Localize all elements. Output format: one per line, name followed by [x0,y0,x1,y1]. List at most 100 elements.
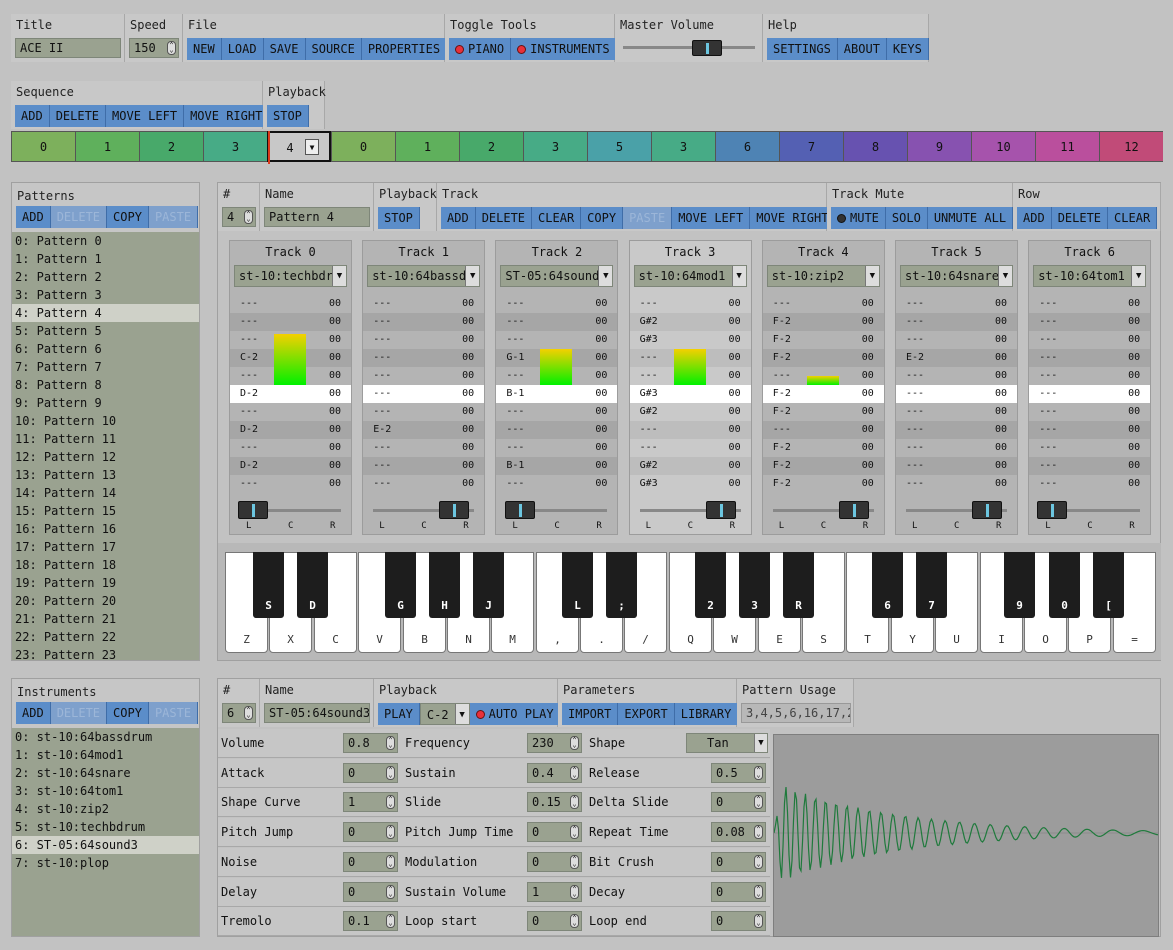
spinner-icon[interactable] [570,765,579,780]
spinner-icon[interactable] [244,706,253,720]
instrument-select[interactable]: st-10:64snare ▼ [900,265,1013,287]
track-paste-button[interactable]: PASTE [623,207,673,229]
pan-knob[interactable] [238,501,269,519]
track-row[interactable]: --- 00 [896,421,1017,439]
track-row[interactable]: --- 00 [363,439,484,457]
inst-name-input[interactable]: ST-05:64sound3 [264,703,370,723]
pattern-list-item[interactable]: 7: Pattern 7 [12,358,199,376]
pan-slider[interactable] [234,501,347,519]
track-move-left-button[interactable]: MOVE LEFT [672,207,751,229]
pan-slider[interactable] [767,501,880,519]
track-row[interactable]: --- 00 [496,439,617,457]
track-row[interactable]: --- 00 [763,295,884,313]
track-row[interactable]: --- 00 [496,313,618,331]
spinner-icon[interactable] [244,210,253,224]
spinner-icon[interactable] [386,884,395,899]
patterns-copy-button[interactable]: COPY [107,206,149,228]
help-keys-button[interactable]: KEYS [886,38,929,60]
piano-black-key[interactable]: [ [1093,552,1124,618]
piano-black-key[interactable]: R [783,552,814,618]
track-row[interactable]: D-2 00 [230,421,351,439]
pan-knob[interactable] [839,501,870,519]
track-row[interactable]: --- 00 [230,295,351,313]
track-row[interactable]: --- 00 [1029,403,1150,421]
spinner-icon[interactable] [754,795,763,810]
param-input[interactable]: 0.4 [527,762,582,783]
track-row[interactable]: E-2 00 [896,349,1017,367]
track-row[interactable]: F-2 00 [762,313,884,331]
instrument-select[interactable]: st-10:zip2 ▼ [766,265,880,287]
track-row[interactable]: --- 00 [496,475,617,493]
params-export-button[interactable]: EXPORT [618,703,675,725]
instruments-paste-button[interactable]: PASTE [148,702,199,724]
track-row[interactable]: --- 00 [496,331,617,349]
piano-black-key[interactable]: L [562,552,593,618]
spinner-icon[interactable] [570,914,579,929]
pan-knob[interactable] [504,501,535,519]
pattern-list-item[interactable]: 9: Pattern 9 [12,394,199,412]
track-row[interactable]: --- 00 [496,421,618,439]
track-solo-button[interactable]: SOLO [885,207,928,229]
pan-slider[interactable] [1033,501,1146,519]
track-row[interactable]: F-2 00 [762,385,884,403]
pattern-list-item[interactable]: 16: Pattern 16 [12,520,199,538]
instrument-list-item[interactable]: 4: st-10:zip2 [12,800,199,818]
param-input[interactable]: 0 [711,881,766,902]
spinner-icon[interactable] [386,854,395,869]
auto-play-toggle[interactable]: AUTO PLAY [469,703,561,725]
param-input[interactable]: 0 [527,851,582,872]
instrument-select[interactable]: st-10:64mod1 ▼ [633,265,747,287]
track-row[interactable]: --- 00 [363,349,485,367]
spinner-icon[interactable] [754,884,763,899]
piano-black-key[interactable]: J [473,552,504,618]
track-row[interactable]: --- 00 [496,403,617,421]
track-row[interactable]: B-1 00 [496,457,618,475]
sequence-cell[interactable]: 5 [587,131,651,162]
pattern-list-item[interactable]: 2: Pattern 2 [12,268,199,286]
param-input[interactable]: 0 [343,851,398,872]
params-library-button[interactable]: LIBRARY [674,703,739,725]
track-row[interactable]: G#3 00 [630,331,751,349]
spinner-icon[interactable] [754,914,763,929]
spinner-icon[interactable] [570,854,579,869]
sequence-cell[interactable]: 12 [1099,131,1163,162]
pattern-list-item[interactable]: 22: Pattern 22 [12,628,199,646]
track-row[interactable]: --- 00 [896,313,1017,331]
param-input[interactable]: 230 [527,733,582,753]
sequence-cell[interactable]: 9 [907,131,971,162]
file-save-button[interactable]: SAVE [263,38,306,60]
track-row[interactable]: --- 00 [896,403,1017,421]
track-clear-button[interactable]: CLEAR [532,207,582,229]
param-input[interactable]: 0 [527,911,582,932]
pattern-list-item[interactable]: 3: Pattern 3 [12,286,199,304]
track-row[interactable]: --- 00 [1029,331,1150,349]
track-row[interactable]: --- 00 [363,457,485,475]
pattern-name-input[interactable]: Pattern 4 [264,207,370,227]
track-row[interactable]: --- 00 [1029,457,1151,475]
track-row[interactable]: F-2 00 [763,475,884,493]
pattern-list-item[interactable]: 21: Pattern 21 [12,610,199,628]
track-row[interactable]: --- 00 [363,403,484,421]
sequence-cell[interactable]: 2 [459,131,523,162]
instrument-list-item[interactable]: 3: st-10:64tom1 [12,782,199,800]
param-input[interactable]: 0 [343,881,398,902]
instruments-copy-button[interactable]: COPY [107,702,149,724]
spinner-icon[interactable] [754,854,763,869]
sequence-cell[interactable]: 1 [75,131,139,162]
track-mute-button[interactable]: MUTE [831,207,886,229]
patterns-delete-button[interactable]: DELETE [50,206,108,228]
master-volume-knob[interactable] [692,40,723,56]
sequence-move-right-button[interactable]: MOVE RIGHT [184,105,270,127]
pattern-stop-button[interactable]: STOP [378,207,420,229]
track-row[interactable]: --- 00 [630,295,751,313]
pattern-list-item[interactable]: 12: Pattern 12 [12,448,199,466]
file-new-button[interactable]: NEW [187,38,222,60]
track-row[interactable]: B-1 00 [496,385,618,403]
sequence-add-button[interactable]: ADD [15,105,50,127]
track-row[interactable]: F-2 00 [762,457,884,475]
instrument-list-item[interactable]: 5: st-10:techbdrum [12,818,199,836]
instruments-add-button[interactable]: ADD [16,702,51,724]
track-row[interactable]: --- 00 [1029,385,1151,403]
file-properties-button[interactable]: PROPERTIES [361,38,448,60]
track-row[interactable]: D-2 00 [230,385,351,403]
